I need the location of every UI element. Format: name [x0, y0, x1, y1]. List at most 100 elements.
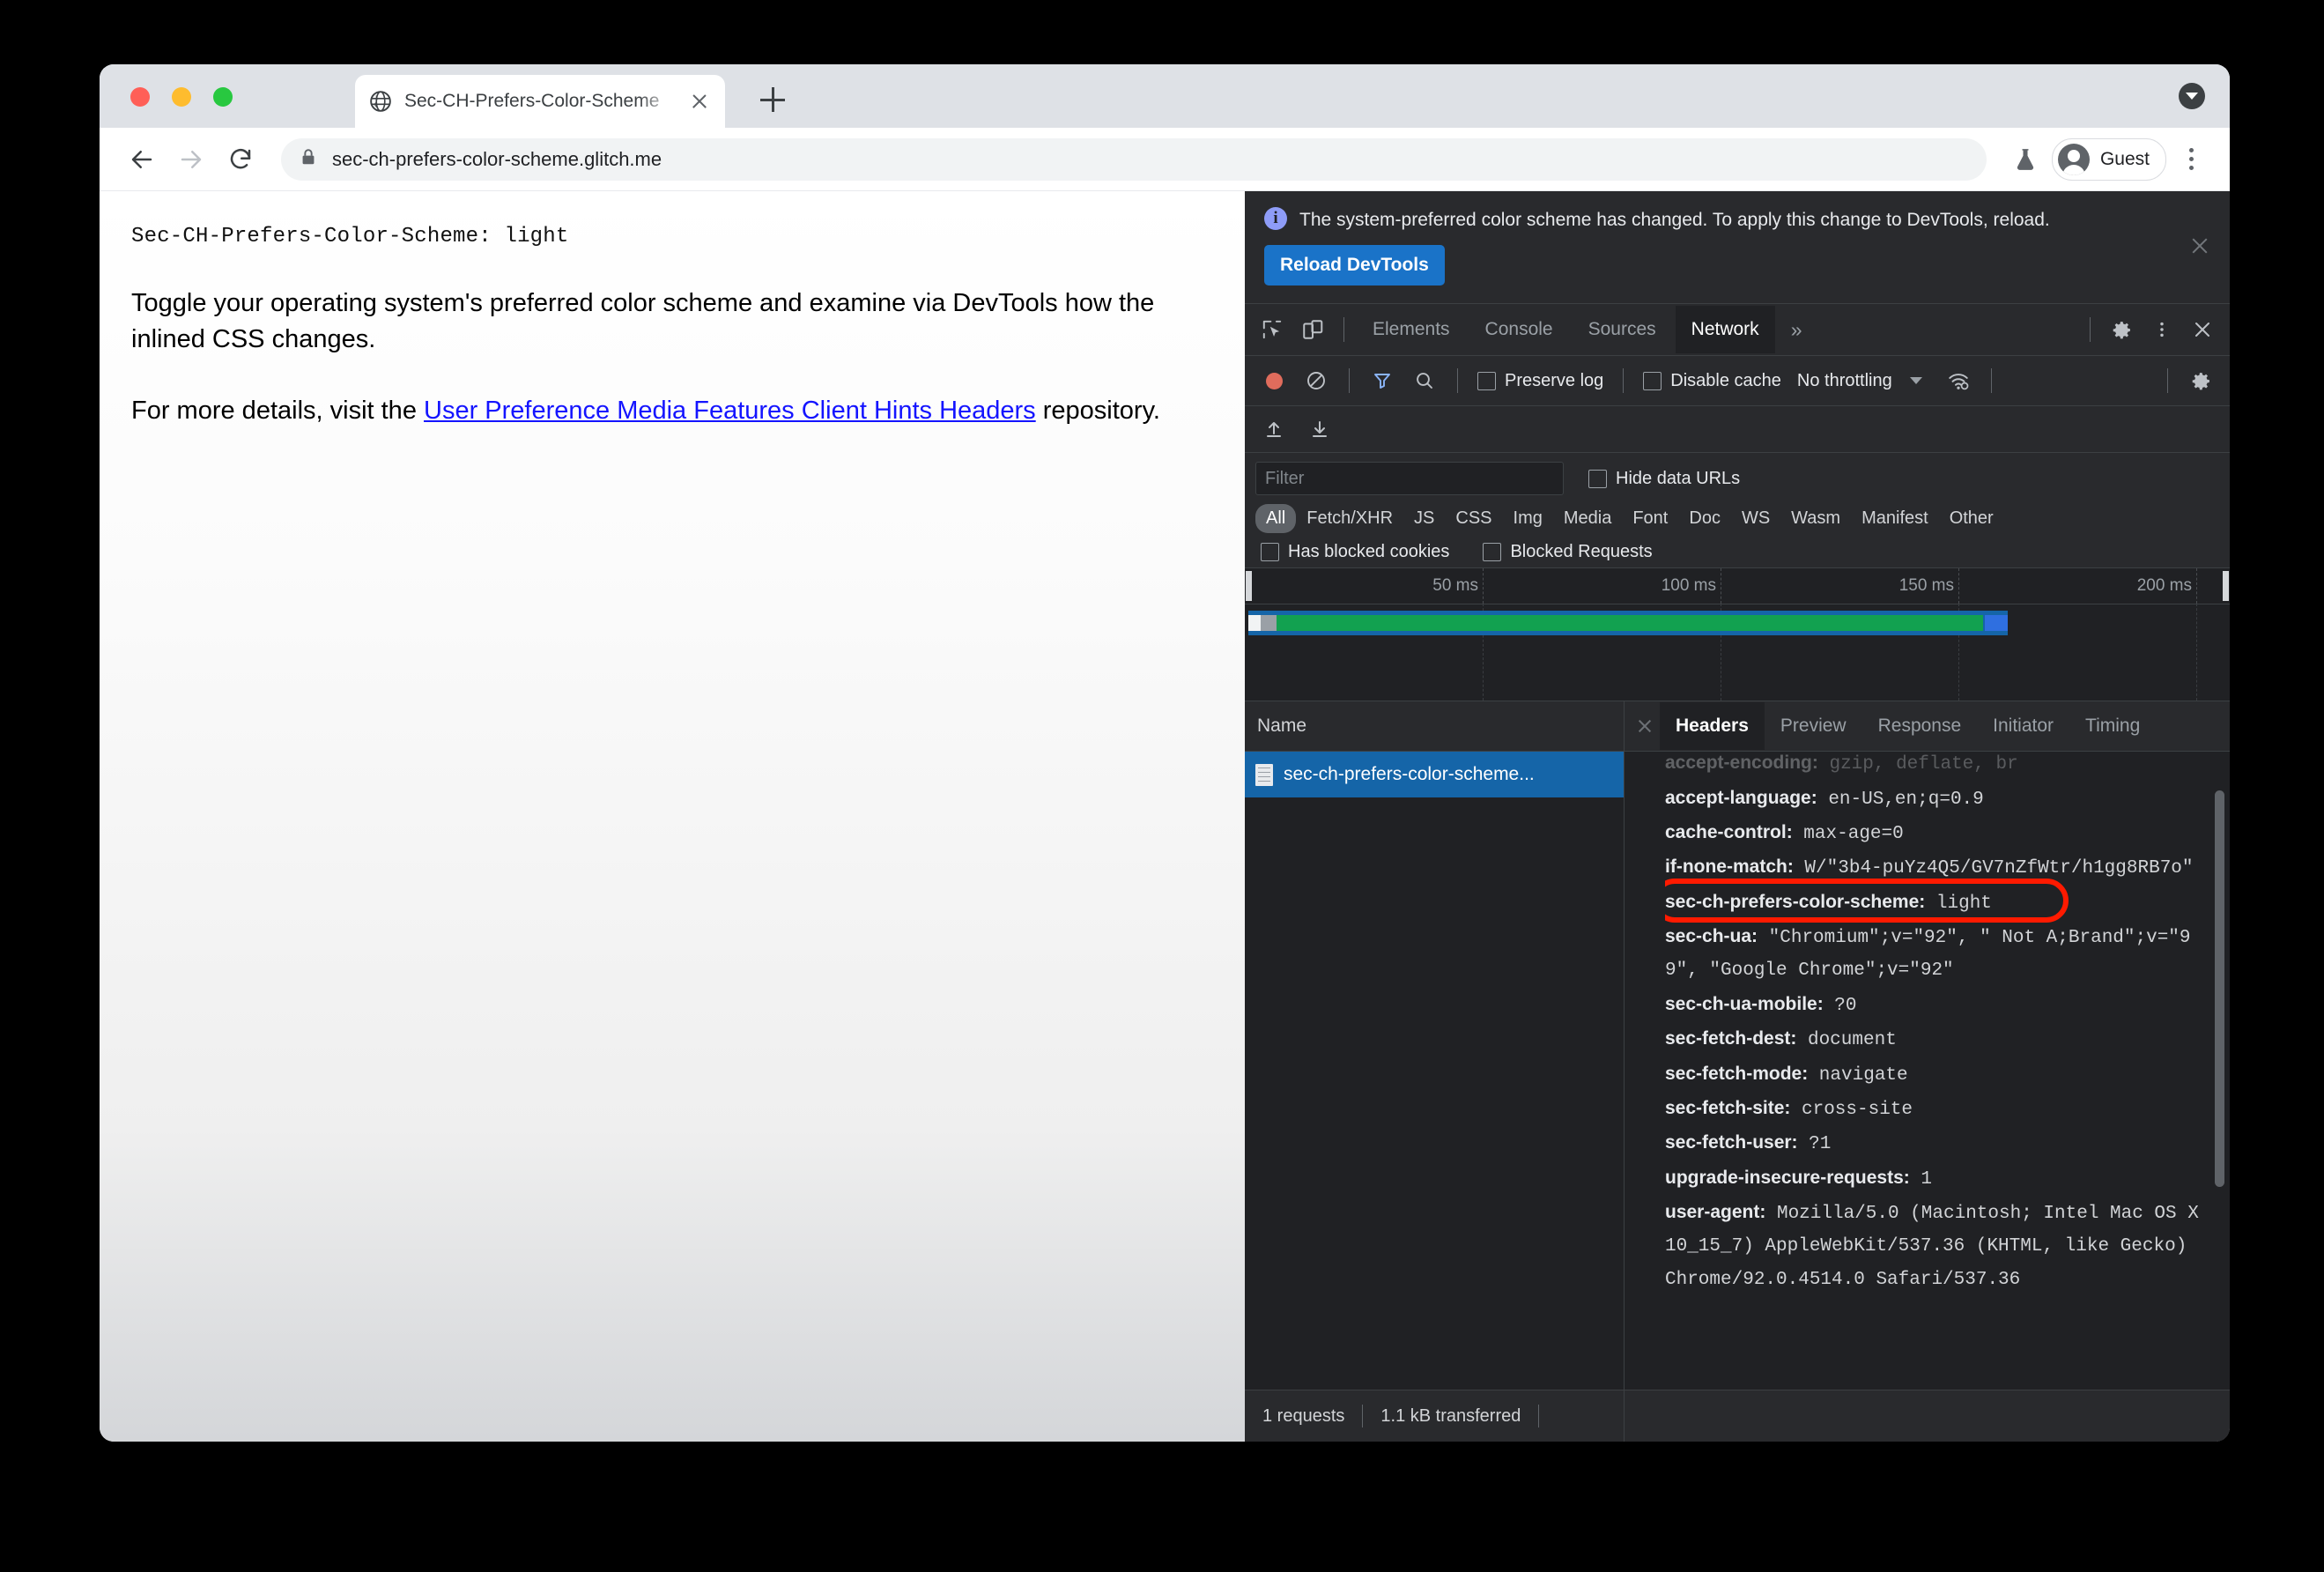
hide-data-urls-checkbox[interactable]: Hide data URLs — [1583, 469, 1745, 489]
window-body: Sec-CH-Prefers-Color-Scheme: light Toggl… — [100, 191, 2230, 1442]
has-blocked-cookies-checkbox[interactable]: Has blocked cookies — [1255, 542, 1454, 562]
tab-sources[interactable]: Sources — [1573, 306, 1672, 353]
preserve-log-label: Preserve log — [1505, 370, 1604, 390]
type-filter-media[interactable]: Media — [1553, 504, 1622, 533]
divider — [1538, 1405, 1540, 1427]
header-value: en-US,en;q=0.9 — [1817, 789, 1984, 810]
page-header-line: Sec-CH-Prefers-Color-Scheme: light — [131, 225, 569, 248]
close-devtools-icon[interactable] — [2184, 311, 2221, 348]
tab-headers[interactable]: Headers — [1660, 702, 1765, 751]
chrome-menu-icon[interactable] — [2173, 138, 2209, 181]
reload-icon[interactable] — [219, 138, 262, 181]
type-filter-all[interactable]: All — [1255, 504, 1297, 534]
header-value: ?0 — [1823, 995, 1857, 1016]
type-filter-css[interactable]: CSS — [1445, 504, 1502, 533]
request-timing-bar — [1248, 611, 2008, 636]
device-toolbar-icon[interactable] — [1294, 311, 1331, 348]
type-filter-img[interactable]: Img — [1503, 504, 1553, 533]
filter-input[interactable]: Filter — [1255, 462, 1564, 496]
forward-arrow-icon[interactable] — [170, 138, 212, 181]
browser-tab[interactable]: Sec-CH-Prefers-Color-Scheme — [355, 75, 725, 128]
tab-response[interactable]: Response — [1862, 702, 1978, 750]
record-icon[interactable] — [1255, 362, 1292, 399]
blocked-requests-checkbox[interactable]: Blocked Requests — [1477, 542, 1657, 562]
new-tab-button[interactable] — [760, 87, 785, 112]
preserve-log-checkbox[interactable]: Preserve log — [1472, 371, 1609, 391]
request-headers-list: accept-encoding: gzip, deflate, br accep… — [1625, 752, 2230, 1390]
type-filter-doc[interactable]: Doc — [1678, 504, 1731, 533]
tab-strip: Sec-CH-Prefers-Color-Scheme — [100, 64, 2230, 128]
browser-window: Sec-CH-Prefers-Color-Scheme sec-ch-prefe… — [100, 64, 2230, 1442]
clear-icon[interactable] — [1298, 362, 1335, 399]
gear-icon[interactable] — [2103, 311, 2140, 348]
divider — [2167, 368, 2168, 394]
disable-cache-checkbox[interactable]: Disable cache — [1638, 371, 1787, 391]
import-icon[interactable] — [1255, 411, 1292, 448]
more-panels-icon[interactable]: » — [1779, 318, 1815, 342]
tab-initiator[interactable]: Initiator — [1977, 702, 2069, 750]
divider — [1349, 368, 1350, 394]
type-filter-wasm[interactable]: Wasm — [1780, 504, 1851, 533]
scrollbar[interactable] — [2215, 755, 2224, 1386]
devtools-menu-icon[interactable] — [2143, 311, 2180, 348]
export-icon[interactable] — [1301, 411, 1338, 448]
minimize-window-button[interactable] — [172, 87, 191, 107]
header-key: sec-fetch-user: — [1665, 1132, 1798, 1153]
header-key: sec-fetch-dest: — [1665, 1028, 1797, 1049]
network-settings-gear-icon[interactable] — [2182, 362, 2219, 399]
timeline-right-handle[interactable] — [2222, 570, 2230, 603]
tab-preview[interactable]: Preview — [1765, 702, 1862, 750]
divider — [1623, 368, 1625, 394]
type-filter-manifest[interactable]: Manifest — [1851, 504, 1939, 533]
close-icon[interactable] — [2189, 235, 2210, 256]
inspect-element-icon[interactable] — [1254, 311, 1291, 348]
header-value: light — [1925, 893, 1992, 914]
checkbox-box — [1483, 543, 1502, 562]
type-filter-other[interactable]: Other — [1939, 504, 2004, 533]
header-row: sec-fetch-dest: document — [1665, 1022, 2202, 1057]
header-row: sec-fetch-mode: navigate — [1665, 1057, 2202, 1092]
profile-chip[interactable]: Guest — [2051, 137, 2166, 181]
tab-elements[interactable]: Elements — [1357, 306, 1466, 353]
filter-icon[interactable] — [1364, 362, 1401, 399]
address-bar[interactable]: sec-ch-prefers-color-scheme.glitch.me — [281, 137, 1987, 181]
repository-link[interactable]: User Preference Media Features Client Hi… — [424, 397, 1036, 425]
type-filter-font[interactable]: Font — [1622, 504, 1678, 533]
chevron-down-icon[interactable] — [2179, 83, 2205, 109]
paragraph-2-prefix: For more details, visit the — [131, 397, 424, 426]
network-conditions-icon[interactable] — [1940, 362, 1977, 399]
table-row[interactable]: sec-ch-prefers-color-scheme... — [1245, 752, 1624, 798]
reload-devtools-button[interactable]: Reload DevTools — [1264, 245, 1445, 286]
tab-console[interactable]: Console — [1469, 306, 1569, 353]
type-filter-ws[interactable]: WS — [1731, 504, 1780, 533]
header-row: upgrade-insecure-requests: 1 — [1665, 1161, 2202, 1196]
search-icon[interactable] — [1406, 362, 1443, 399]
request-list-column-header[interactable]: Name — [1245, 701, 1624, 753]
close-window-button[interactable] — [130, 87, 150, 107]
back-arrow-icon[interactable] — [121, 138, 163, 181]
tab-network[interactable]: Network — [1675, 306, 1775, 354]
avatar — [2057, 143, 2090, 175]
type-filter-js[interactable]: JS — [1403, 504, 1445, 533]
transferred-size: 1.1 kB transferred — [1380, 1405, 1521, 1426]
chevron-down-icon[interactable] — [1909, 377, 1922, 385]
tab-timing[interactable]: Timing — [2069, 702, 2156, 750]
close-icon[interactable] — [1630, 711, 1660, 741]
type-filter-fetch-xhr[interactable]: Fetch/XHR — [1296, 504, 1403, 533]
header-value: document — [1796, 1030, 1897, 1051]
disable-cache-label: Disable cache — [1670, 370, 1781, 390]
timeline-left-handle[interactable] — [1245, 570, 1253, 603]
header-value: navigate — [1808, 1064, 1908, 1086]
request-detail: Headers Preview Response Initiator Timin… — [1625, 701, 2230, 1390]
close-icon[interactable] — [688, 90, 711, 113]
network-overview-timeline[interactable]: 50 ms 100 ms 150 ms 200 ms — [1245, 568, 2230, 702]
maximize-window-button[interactable] — [213, 87, 233, 107]
header-value: max-age=0 — [1792, 823, 1904, 844]
checkbox-box — [1643, 371, 1662, 390]
throttling-select-value[interactable]: No throttling — [1792, 371, 1892, 391]
header-row: if-none-match: W/"3b4-puYz4Q5/GV7nZfWtr/… — [1665, 850, 2202, 885]
experiments-flask-icon[interactable] — [2006, 140, 2045, 179]
hide-data-urls-label: Hide data URLs — [1616, 468, 1741, 488]
devtools-tabbar: Elements Console Sources Network » — [1245, 304, 2230, 357]
header-row: sec-fetch-site: cross-site — [1665, 1092, 2202, 1126]
